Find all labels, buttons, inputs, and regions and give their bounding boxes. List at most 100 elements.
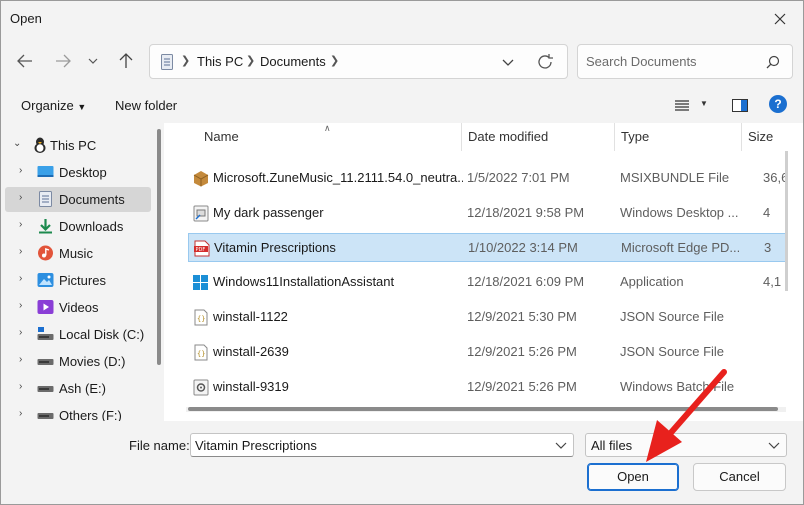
file-date: 12/18/2021 9:58 PM — [467, 205, 585, 220]
chevron-right-icon[interactable]: › — [19, 273, 22, 284]
file-row[interactable]: My dark passenger 12/18/2021 9:58 PM Win… — [188, 199, 786, 228]
vertical-scrollbar[interactable] — [785, 151, 788, 291]
tree-item-pictures[interactable]: › Pictures — [5, 268, 151, 293]
open-button[interactable]: Open — [587, 463, 679, 491]
column-header-date[interactable]: Date modified — [468, 129, 548, 144]
chevron-down-icon[interactable] — [555, 438, 567, 452]
scrollbar-thumb[interactable] — [157, 129, 161, 365]
batch-file-icon — [193, 379, 209, 396]
refresh-icon[interactable] — [536, 53, 556, 71]
file-name: Microsoft.ZuneMusic_11.2111.54.0_neutra.… — [213, 170, 463, 185]
recent-locations-button[interactable] — [83, 47, 103, 75]
sort-ascending-icon: ∧ — [324, 123, 331, 133]
file-row[interactable]: Windows11InstallationAssistant 12/18/202… — [188, 268, 786, 297]
tree-item-videos[interactable]: › Videos — [5, 295, 151, 320]
scrollbar-thumb[interactable] — [188, 407, 778, 411]
file-type-filter[interactable]: All files — [585, 433, 787, 457]
forward-button[interactable] — [49, 47, 77, 75]
file-type: JSON Source File — [620, 344, 725, 359]
chevron-right-icon[interactable]: › — [19, 246, 22, 257]
chevron-right-icon[interactable]: › — [19, 408, 22, 419]
column-divider[interactable] — [614, 123, 615, 151]
chevron-right-icon[interactable]: › — [19, 381, 22, 392]
file-name: Vitamin Prescriptions — [214, 240, 336, 255]
drive-icon — [37, 359, 54, 365]
chevron-right-icon[interactable]: › — [19, 300, 22, 311]
horizontal-scrollbar[interactable] — [186, 407, 786, 412]
svg-text:{}: {} — [197, 315, 205, 323]
address-history-chevron-icon[interactable] — [499, 54, 517, 70]
tree-item-downloads[interactable]: › Downloads — [5, 214, 151, 239]
search-input[interactable]: Search Documents — [586, 54, 697, 69]
tree-item-movies-d[interactable]: › Movies (D:) — [5, 349, 151, 374]
chevron-right-icon[interactable]: › — [19, 165, 22, 176]
chevron-right-icon[interactable]: › — [19, 219, 22, 230]
music-icon — [38, 245, 53, 261]
downloads-icon — [39, 219, 52, 234]
file-type: Microsoft Edge PD... — [621, 240, 739, 255]
back-button[interactable] — [11, 47, 39, 75]
command-bar: Organize ▼ New folder ▼ ? — [1, 87, 803, 123]
column-divider[interactable] — [741, 123, 742, 151]
file-date: 12/18/2021 6:09 PM — [467, 274, 585, 289]
file-name: winstall-2639 — [213, 344, 289, 359]
file-date: 12/9/2021 5:30 PM — [467, 309, 577, 324]
new-folder-button[interactable]: New folder — [115, 98, 177, 113]
organize-menu[interactable]: Organize ▼ — [21, 98, 86, 113]
column-divider[interactable] — [461, 123, 462, 151]
chevron-right-icon[interactable]: › — [19, 192, 22, 203]
file-name-field[interactable]: Vitamin Prescriptions — [190, 433, 574, 457]
tree-item-others-f[interactable]: › Others (F:) — [5, 403, 151, 421]
tree-item-documents[interactable]: › Documents — [5, 187, 151, 212]
cancel-button[interactable]: Cancel — [693, 463, 786, 491]
navigation-bar: ❯ This PC ❯ Documents ❯ Search Documents — [1, 37, 803, 87]
column-header-row: ∧ Name Date modified Type Size — [164, 123, 803, 151]
view-caret-icon[interactable]: ▼ — [700, 99, 708, 108]
dialog-footer: File name: Vitamin Prescriptions All fil… — [1, 421, 803, 504]
nav-pane-scrollbar[interactable] — [157, 127, 162, 417]
file-row-selected[interactable]: PDF Vitamin Prescriptions 1/10/2022 3:14… — [188, 233, 786, 262]
chevron-right-icon[interactable]: › — [19, 327, 22, 338]
file-row[interactable]: {} winstall-2639 12/9/2021 5:26 PM JSON … — [188, 338, 786, 367]
back-arrow-icon — [17, 54, 32, 68]
caret-down-icon: ▼ — [77, 102, 87, 112]
up-button[interactable] — [112, 47, 140, 75]
tree-item-this-pc[interactable]: ⌄ This PC — [5, 133, 151, 158]
chevron-right-icon[interactable]: › — [19, 354, 22, 365]
tree-item-label: This PC — [50, 138, 97, 153]
column-header-size[interactable]: Size — [748, 129, 773, 144]
tree-item-local-disk-c[interactable]: › Local Disk (C:) — [5, 322, 151, 347]
column-header-name[interactable]: Name — [204, 129, 239, 144]
breadcrumb-separator-icon: ❯ — [246, 55, 256, 67]
local-disk-icon — [37, 327, 54, 340]
file-row[interactable]: Microsoft.ZuneMusic_11.2111.54.0_neutra.… — [188, 164, 788, 193]
column-header-type[interactable]: Type — [621, 129, 649, 144]
tree-item-label: Desktop — [59, 165, 107, 180]
close-button[interactable] — [757, 1, 803, 37]
documents-icon — [39, 191, 52, 207]
chevron-down-icon[interactable] — [768, 438, 780, 452]
breadcrumb-this-pc[interactable]: This PC — [197, 54, 243, 69]
tree-item-desktop[interactable]: › Desktop — [5, 160, 151, 185]
tree-item-ash-e[interactable]: › Ash (E:) — [5, 376, 151, 401]
navigation-pane: ⌄ This PC › Desktop › Documents › Downlo… — [1, 123, 164, 421]
file-name-label: File name: — [129, 438, 190, 453]
search-box[interactable]: Search Documents — [577, 44, 793, 79]
view-options-icon[interactable] — [675, 100, 689, 111]
address-bar[interactable]: ❯ This PC ❯ Documents ❯ — [149, 44, 568, 79]
file-name-value[interactable]: Vitamin Prescriptions — [195, 438, 317, 453]
search-icon — [766, 55, 780, 69]
help-button[interactable]: ? — [769, 95, 787, 113]
up-arrow-icon — [119, 53, 133, 68]
tree-item-music[interactable]: › Music — [5, 241, 151, 266]
breadcrumb-documents[interactable]: Documents — [260, 54, 326, 69]
preview-pane-icon[interactable] — [732, 99, 748, 112]
chevron-down-icon[interactable]: ⌄ — [13, 138, 21, 149]
file-name: Windows11InstallationAssistant — [213, 274, 395, 289]
file-type: Application — [620, 274, 684, 289]
windows-app-icon — [193, 275, 208, 290]
file-type-filter-value: All files — [591, 438, 633, 453]
file-row[interactable]: {} winstall-1122 12/9/2021 5:30 PM JSON … — [188, 303, 786, 332]
file-list: ∧ Name Date modified Type Size Microsoft… — [164, 123, 803, 421]
file-row[interactable]: winstall-9319 12/9/2021 5:26 PM Windows … — [188, 373, 786, 402]
